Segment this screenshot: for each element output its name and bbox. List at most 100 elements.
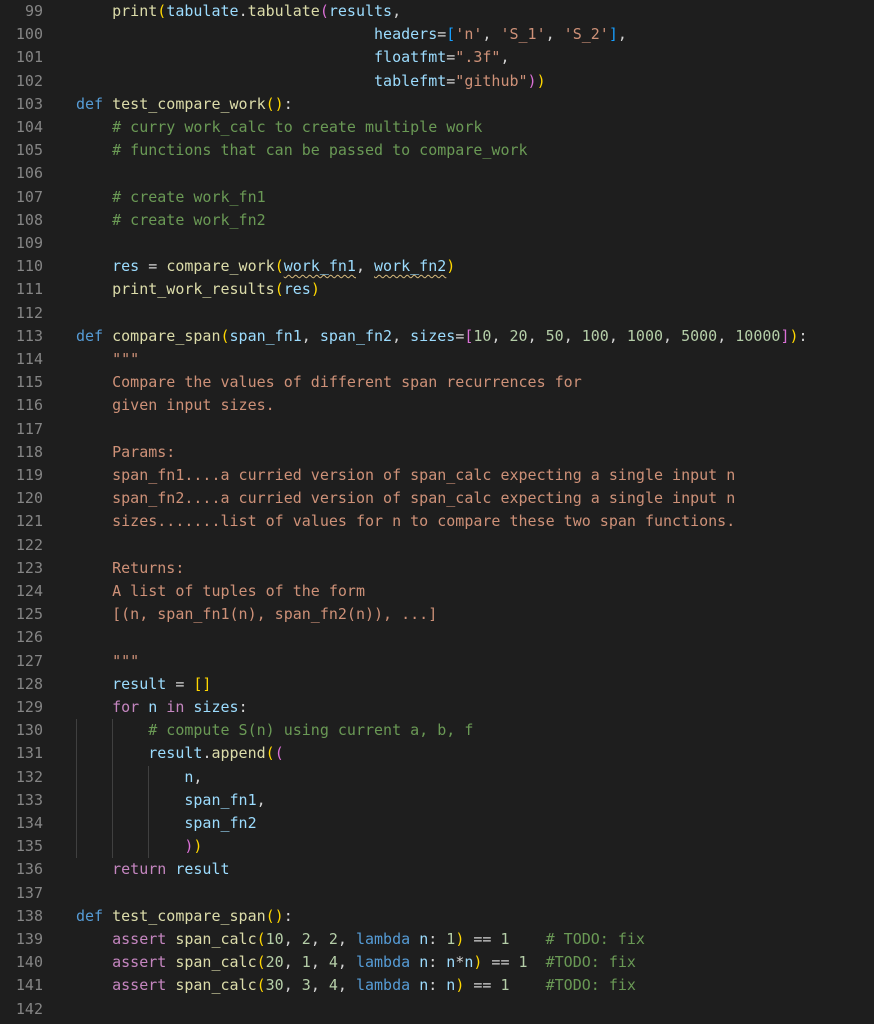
code-line[interactable]: 130 # compute S(n) using current a, b, f — [0, 719, 874, 742]
code-token: lambda — [355, 930, 420, 948]
code-text: def test_compare_work(): — [76, 93, 293, 116]
code-line[interactable]: 115 Compare the values of different span… — [0, 371, 874, 394]
code-line[interactable]: 132 n, — [0, 766, 874, 789]
code-line[interactable]: 120 span_fn2....a curried version of spa… — [0, 487, 874, 510]
code-line[interactable]: 111 print_work_results(res) — [0, 278, 874, 301]
code-token: = — [437, 25, 447, 44]
code-line[interactable]: 122 — [0, 534, 874, 557]
code-text: given input sizes. — [76, 394, 275, 417]
code-token: # compute S(n) using current a, b, f — [148, 721, 474, 740]
code-token: tablefmt — [374, 71, 447, 90]
code-text: """ — [76, 650, 139, 673]
line-number: 130 — [15, 721, 43, 740]
code-line[interactable]: 108 # create work_fn2 — [0, 209, 874, 232]
code-token: ( — [274, 280, 284, 299]
code-line[interactable]: 139 assert span_calc(10, 2, 2, lambda n:… — [0, 928, 874, 951]
code-token: ) — [455, 930, 465, 948]
code-editor[interactable]: 99 print(tabulate.tabulate(results, 100 h… — [0, 0, 874, 1024]
code-line[interactable]: 106 — [0, 162, 874, 185]
code-line[interactable]: 100 headers=['n', 'S_1', 'S_2'], — [0, 23, 874, 46]
code-line[interactable]: 99 print(tabulate.tabulate(results, — [0, 0, 874, 23]
code-line[interactable]: 101 floatfmt=".3f", — [0, 46, 874, 69]
code-line[interactable]: 102 tablefmt="github")) — [0, 70, 874, 93]
line-number: 102 — [15, 71, 43, 90]
code-token: , — [392, 326, 411, 345]
code-token: sizes — [193, 698, 239, 716]
code-line[interactable]: 116 given input sizes. — [0, 394, 874, 417]
code-line[interactable]: 133 span_fn1, — [0, 789, 874, 812]
code-token: n — [446, 976, 456, 995]
code-line[interactable]: 135 )) — [0, 835, 874, 858]
code-line[interactable]: 136 return result — [0, 858, 874, 881]
code-line[interactable]: 107 # create work_fn1 — [0, 186, 874, 209]
code-line[interactable]: 121 sizes.......list of values for n to … — [0, 510, 874, 533]
code-token: : — [238, 698, 248, 716]
code-token: ) — [193, 837, 203, 856]
code-line[interactable]: 123 Returns: — [0, 557, 874, 580]
code-token: print — [112, 2, 158, 20]
code-token: , — [301, 326, 320, 345]
code-line[interactable]: 105 # functions that can be passed to co… — [0, 139, 874, 162]
line-number: 107 — [15, 187, 43, 206]
line-number: 123 — [15, 558, 43, 577]
code-text: result = [] — [76, 673, 211, 696]
code-line[interactable]: 131 result.append(( — [0, 742, 874, 765]
code-text: print_work_results(res) — [76, 278, 320, 301]
code-line[interactable]: 137 — [0, 882, 874, 905]
code-token: 4 — [328, 953, 338, 972]
code-line[interactable]: 138 def test_compare_span(): — [0, 905, 874, 928]
line-number: 139 — [15, 930, 43, 948]
code-line[interactable]: 127 """ — [0, 650, 874, 673]
code-line[interactable]: 109 — [0, 232, 874, 255]
code-token: span_fn1 — [229, 326, 302, 345]
code-line[interactable]: 118 Params: — [0, 441, 874, 464]
code-line[interactable]: 142 — [0, 998, 874, 1021]
code-token: ) — [789, 326, 799, 345]
code-token: , — [283, 953, 302, 972]
code-token: test_compare_work — [112, 94, 266, 113]
code-line[interactable]: 128 result = [] — [0, 673, 874, 696]
code-line[interactable]: 126 — [0, 626, 874, 649]
code-token: 100 — [581, 326, 609, 345]
code-text: for n in sizes: — [76, 696, 248, 719]
code-token: sizes — [410, 326, 456, 345]
code-text: # curry work_calc to create multiple wor… — [76, 116, 482, 139]
code-line[interactable]: 119 span_fn1....a curried version of spa… — [0, 464, 874, 487]
code-token: result — [148, 744, 203, 763]
code-text: # functions that can be passed to compar… — [76, 139, 527, 162]
code-line[interactable]: 104 # curry work_calc to create multiple… — [0, 116, 874, 139]
code-token: , — [491, 326, 510, 345]
code-line[interactable]: 103 def test_compare_work(): — [0, 93, 874, 116]
code-token: ( — [319, 2, 329, 20]
code-line[interactable]: 129 for n in sizes: — [0, 696, 874, 719]
line-number: 110 — [15, 257, 43, 276]
code-token: : — [798, 326, 808, 345]
code-line[interactable]: 112 — [0, 302, 874, 325]
code-line[interactable]: 114 """ — [0, 348, 874, 371]
code-text: assert span_calc(30, 3, 4, lambda n: n) … — [76, 974, 636, 997]
code-line[interactable]: 141 assert span_calc(30, 3, 4, lambda n:… — [0, 974, 874, 997]
line-number: 121 — [15, 512, 43, 531]
line-number: 119 — [15, 466, 43, 484]
code-token: , — [337, 976, 356, 995]
code-token: assert — [112, 953, 176, 972]
code-line[interactable]: 140 assert span_calc(20, 1, 4, lambda n:… — [0, 951, 874, 974]
code-line[interactable]: 124 A list of tuples of the form — [0, 580, 874, 603]
code-line[interactable]: 125 [(n, span_fn1(n), span_fn2(n)), ...] — [0, 603, 874, 626]
code-line[interactable]: 113 def compare_span(span_fn1, span_fn2, … — [0, 325, 874, 348]
code-token: span_calc — [175, 930, 257, 948]
code-token: , — [500, 48, 510, 67]
code-text: assert span_calc(10, 2, 2, lambda n: 1) … — [76, 928, 645, 951]
code-token: n — [419, 953, 429, 972]
code-token: ( — [265, 744, 275, 763]
code-token: 30 — [265, 976, 284, 995]
code-line[interactable]: 117 — [0, 418, 874, 441]
code-token: ".3f" — [455, 48, 501, 67]
code-token: span_fn1....a curried version of span_ca… — [112, 466, 736, 484]
code-token: 1000 — [626, 326, 664, 345]
code-token: res — [112, 257, 140, 276]
code-line[interactable]: 134 span_fn2 — [0, 812, 874, 835]
code-line[interactable]: 110 res = compare_work(work_fn1, work_fn… — [0, 255, 874, 278]
